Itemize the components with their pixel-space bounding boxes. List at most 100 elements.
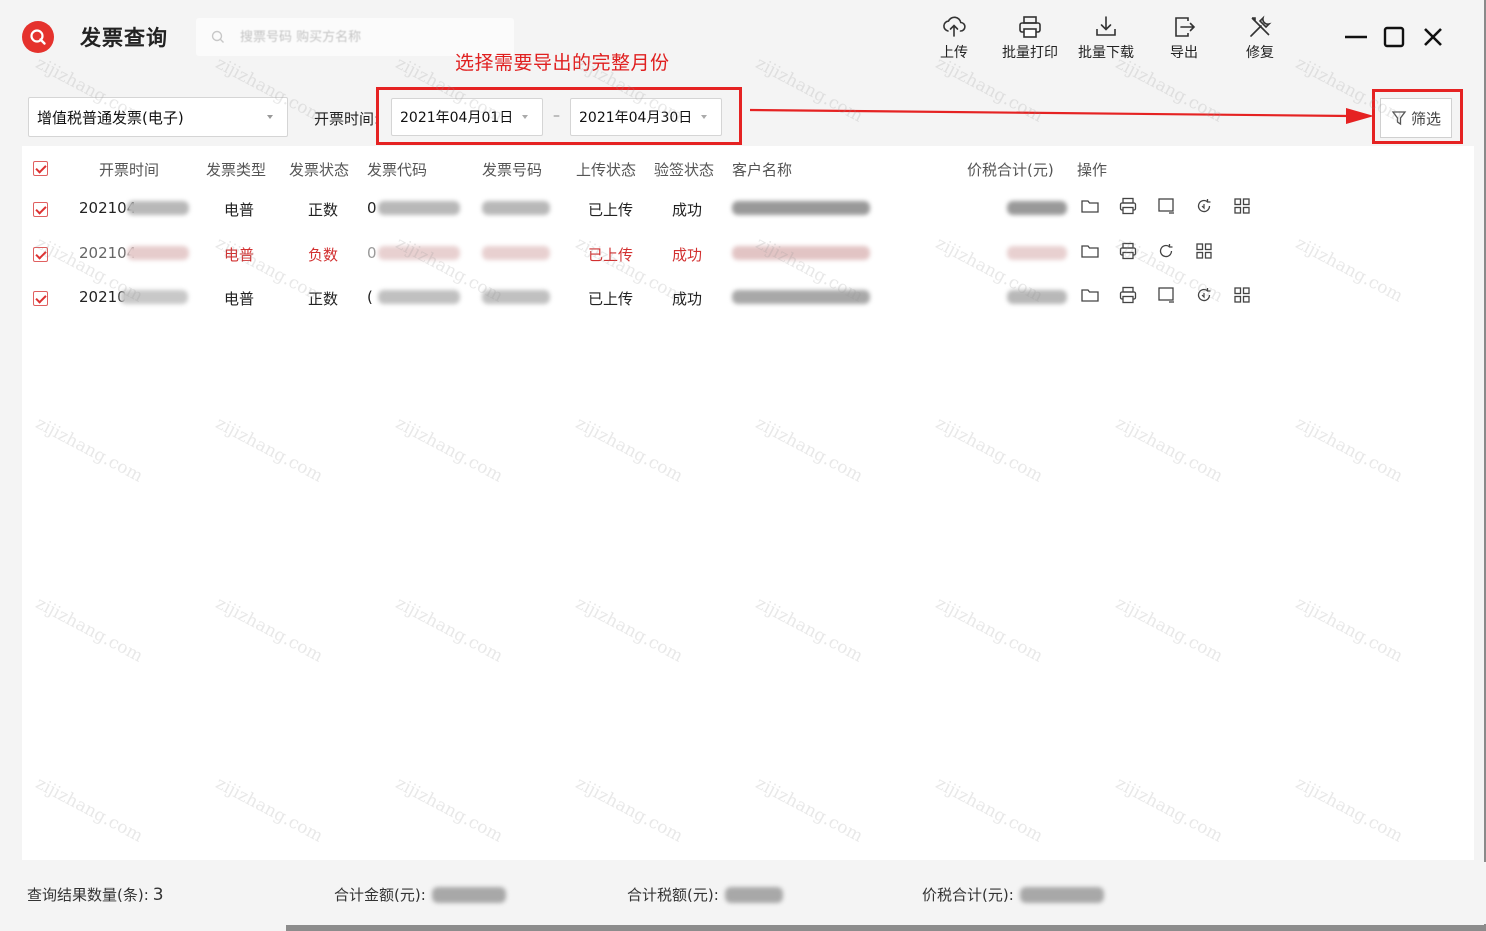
select-all-checkbox[interactable] <box>33 161 48 176</box>
qrcode-icon[interactable] <box>1232 196 1252 216</box>
header-time: 开票时间 <box>99 161 160 179</box>
window-bottom-edge <box>286 925 1486 931</box>
upload-button[interactable]: 上传 <box>919 14 989 68</box>
row-checkbox[interactable] <box>33 202 48 217</box>
summary-footer: 查询结果数量(条): 3 合计金额(元): 合计税额(元): 价税合计(元): <box>0 862 1486 924</box>
maximize-icon <box>1383 26 1405 48</box>
header-type: 发票类型 <box>206 161 267 179</box>
total-amount-label: 合计金额(元): <box>334 886 426 904</box>
blurred-value <box>127 201 189 215</box>
app-logo-icon <box>22 21 54 53</box>
repair-button[interactable]: 修复 <box>1225 14 1295 68</box>
batch-download-button[interactable]: 批量下载 <box>1071 14 1141 68</box>
close-icon <box>1424 28 1442 46</box>
blurred-value <box>378 246 460 260</box>
export-icon <box>1175 17 1196 37</box>
cell-verify-status: 成功 <box>672 201 703 219</box>
cell-type: 电普 <box>224 290 255 308</box>
table-row[interactable]: 202104 电普 正数 0 已上传 成功 <box>22 187 1474 231</box>
chevron-down-icon <box>701 115 707 119</box>
preview-icon[interactable] <box>1156 285 1176 305</box>
folder-icon[interactable] <box>1080 241 1100 261</box>
total-with-tax-label: 价税合计(元): <box>922 886 1014 904</box>
search-input[interactable] <box>240 29 480 45</box>
row-checkbox[interactable] <box>33 247 48 262</box>
blurred-value <box>378 201 460 215</box>
result-count-value: 3 <box>152 884 164 905</box>
cell-status: 正数 <box>308 290 339 308</box>
total-with-tax: 价税合计(元): <box>922 884 1104 905</box>
header-code: 发票代码 <box>367 161 428 179</box>
repair-label: 修复 <box>1246 45 1274 61</box>
start-date-picker[interactable]: 2021年04月01日 <box>391 98 543 136</box>
blurred-value <box>1007 201 1067 215</box>
invoice-type-select[interactable]: 增值税普通发票(电子) <box>28 97 288 137</box>
refresh-icon[interactable] <box>1156 241 1176 261</box>
filter-button[interactable]: 筛选 <box>1380 98 1452 138</box>
upload-label: 上传 <box>940 45 968 61</box>
export-button[interactable]: 导出 <box>1149 14 1219 68</box>
end-date-picker[interactable]: 2021年04月30日 <box>570 98 722 136</box>
folder-icon[interactable] <box>1080 196 1100 216</box>
blurred-value <box>1007 246 1067 260</box>
result-count: 查询结果数量(条): 3 <box>27 884 164 905</box>
minimize-button[interactable] <box>1341 22 1371 52</box>
blurred-value <box>431 886 506 903</box>
blurred-value <box>732 201 870 215</box>
chevron-down-icon <box>522 115 528 119</box>
table-row[interactable]: 20210 电普 正数 ( 已上传 成功 <box>22 276 1474 320</box>
annotation-text: 选择需要导出的完整月份 <box>455 52 670 74</box>
title-bar: 发票查询 选择需要导出的完整月份 上传 批量打印 批量下载 导出 修复 <box>0 0 1486 80</box>
row-checkbox[interactable] <box>33 291 48 306</box>
blurred-value <box>1007 290 1067 304</box>
batch-download-label: 批量下载 <box>1078 45 1134 61</box>
blurred-value <box>724 886 783 903</box>
refresh-icon[interactable] <box>1194 196 1214 216</box>
blurred-value <box>482 201 550 215</box>
minimize-icon <box>1345 35 1367 39</box>
result-count-label: 查询结果数量(条): <box>27 886 149 904</box>
cell-verify-status: 成功 <box>672 290 703 308</box>
header-status: 发票状态 <box>289 161 350 179</box>
app-title: 发票查询 <box>80 26 168 50</box>
qrcode-icon[interactable] <box>1194 241 1214 261</box>
printer-icon[interactable] <box>1118 241 1138 261</box>
table-row[interactable]: 202104 电普 负数 0 已上传 成功 <box>22 232 1474 276</box>
blurred-value <box>378 290 460 304</box>
total-tax: 合计税额(元): <box>627 884 783 905</box>
cell-type: 电普 <box>224 201 255 219</box>
row-actions <box>1080 196 1252 216</box>
cell-code: 0 <box>367 244 377 262</box>
cell-upload-status: 已上传 <box>588 246 634 264</box>
folder-icon[interactable] <box>1080 285 1100 305</box>
blurred-value <box>482 290 550 304</box>
cell-upload-status: 已上传 <box>588 290 634 308</box>
cell-code: ( <box>367 288 373 306</box>
filter-button-label: 筛选 <box>1410 109 1441 128</box>
cell-verify-status: 成功 <box>672 246 703 264</box>
batch-print-button[interactable]: 批量打印 <box>995 14 1065 68</box>
header-number: 发票号码 <box>482 161 543 179</box>
qrcode-icon[interactable] <box>1232 285 1252 305</box>
blurred-value <box>127 246 189 260</box>
annotation-arrow <box>750 108 1374 124</box>
invoice-table: 开票时间 发票类型 发票状态 发票代码 发票号码 上传状态 验签状态 客户名称 … <box>22 146 1474 860</box>
cell-status: 正数 <box>308 201 339 219</box>
chevron-down-icon <box>267 115 273 119</box>
header-customer: 客户名称 <box>732 161 793 179</box>
row-actions <box>1080 241 1214 261</box>
preview-icon[interactable] <box>1156 196 1176 216</box>
printer-icon[interactable] <box>1118 196 1138 216</box>
maximize-button[interactable] <box>1379 22 1409 52</box>
search-icon <box>211 30 224 43</box>
header-verify-status: 验签状态 <box>654 161 715 179</box>
header-upload-status: 上传状态 <box>576 161 637 179</box>
start-date-value: 2021年04月01日 <box>400 110 514 126</box>
cloud-upload-icon <box>943 16 966 37</box>
close-button[interactable] <box>1418 22 1448 52</box>
date-separator: – <box>553 108 560 124</box>
refresh-icon[interactable] <box>1194 285 1214 305</box>
date-label: 开票时间: <box>314 110 380 128</box>
cell-upload-status: 已上传 <box>588 201 634 219</box>
printer-icon[interactable] <box>1118 285 1138 305</box>
